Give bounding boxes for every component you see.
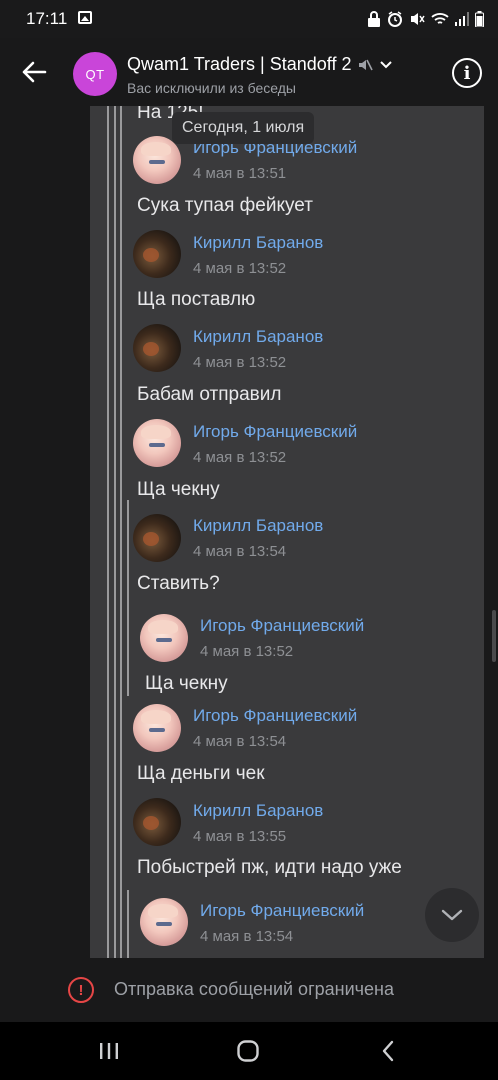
message-time: 4 мая в 13:54 [200, 928, 294, 945]
system-nav-bar [0, 1022, 498, 1080]
signal-icon [455, 12, 469, 26]
info-icon: i [463, 62, 471, 84]
avatar[interactable] [133, 324, 181, 372]
chat-header: QT Qwam1 Traders | Standoff 2 Вас исключ… [0, 38, 498, 106]
chevron-left-icon [382, 1040, 394, 1062]
restricted-bar: ! Отправка сообщений ограничена [0, 958, 498, 1022]
message-text: Сука тупая фейкует [137, 195, 313, 216]
message-text: Побыстрей пж, идти надо уже [137, 857, 402, 878]
alarm-icon [388, 11, 402, 27]
chat-title-row[interactable]: Qwam1 Traders | Standoff 2 [127, 54, 393, 75]
arrow-left-icon [22, 61, 47, 83]
forward-line [127, 890, 129, 958]
avatar[interactable] [133, 798, 181, 846]
avatar[interactable] [133, 136, 181, 184]
avatar[interactable] [133, 419, 181, 467]
avatar[interactable] [133, 230, 181, 278]
info-button[interactable]: i [452, 58, 482, 88]
chevron-down-icon [380, 60, 393, 68]
scrollbar[interactable] [492, 610, 496, 662]
lock-icon [368, 11, 380, 27]
chat-area[interactable]: На 125! Игорь Франциевский 4 мая в 13:51… [0, 106, 498, 958]
message-author[interactable]: Игорь Франциевский [193, 706, 357, 726]
avatar[interactable] [140, 898, 188, 946]
status-icons [367, 9, 484, 29]
chat-title: Qwam1 Traders | Standoff 2 [127, 54, 352, 74]
recent-apps-icon [100, 1043, 118, 1059]
home-button[interactable] [233, 1036, 263, 1066]
message-author[interactable]: Кирилл Баранов [193, 516, 323, 536]
message-author[interactable]: Кирилл Баранов [193, 327, 323, 347]
message-time: 4 мая в 13:52 [193, 354, 287, 371]
restricted-text: Отправка сообщений ограничена [114, 979, 394, 999]
message-author[interactable]: Кирилл Баранов [193, 233, 323, 253]
avatar[interactable] [133, 704, 181, 752]
message-time: 4 мая в 13:55 [193, 828, 287, 845]
mute-icon [411, 13, 425, 25]
message-author[interactable]: Игорь Франциевский [200, 901, 364, 921]
message-text: Ща чекну [137, 479, 220, 500]
warning-icon: ! [68, 977, 94, 1003]
message-text: Ща деньги чек [137, 763, 265, 784]
message-text: Ща чекну [145, 673, 228, 694]
message-time: 4 мая в 13:52 [193, 449, 287, 466]
message-author[interactable]: Игорь Франциевский [200, 616, 364, 636]
message-text: Ща поставлю [137, 289, 256, 310]
forward-line [114, 106, 116, 958]
message-text: Ставить? [137, 573, 220, 594]
wifi-icon [431, 13, 449, 24]
message-time: 4 мая в 13:51 [193, 165, 287, 182]
date-separator: Сегодня, 1 июля [172, 112, 315, 144]
battery-icon [475, 11, 484, 27]
forward-line [120, 106, 122, 958]
message-author[interactable]: Игорь Франциевский [193, 422, 357, 442]
message-text: Бабам отправил [137, 384, 282, 405]
message-time: 4 мая в 13:54 [193, 733, 287, 750]
status-time: 17:11 [26, 9, 68, 28]
message-time: 4 мая в 13:54 [193, 543, 287, 560]
chevron-down-icon [441, 909, 463, 921]
forward-line [127, 500, 129, 696]
recent-apps-button[interactable] [94, 1036, 124, 1066]
home-icon [237, 1040, 259, 1062]
chat-subtitle: Вас исключили из беседы [127, 80, 296, 96]
message-author[interactable]: Кирилл Баранов [193, 801, 323, 821]
muted-icon [359, 59, 374, 70]
forward-line [107, 106, 109, 958]
gallery-notification-icon [78, 11, 92, 24]
avatar[interactable] [140, 614, 188, 662]
message-time: 4 мая в 13:52 [200, 643, 294, 660]
status-bar: 17:11 [0, 0, 498, 38]
back-nav-button[interactable] [373, 1036, 403, 1066]
message-time: 4 мая в 13:52 [193, 260, 287, 277]
back-button[interactable] [14, 56, 54, 88]
chat-avatar[interactable]: QT [73, 52, 117, 96]
scroll-down-button[interactable] [425, 888, 479, 942]
avatar[interactable] [133, 514, 181, 562]
